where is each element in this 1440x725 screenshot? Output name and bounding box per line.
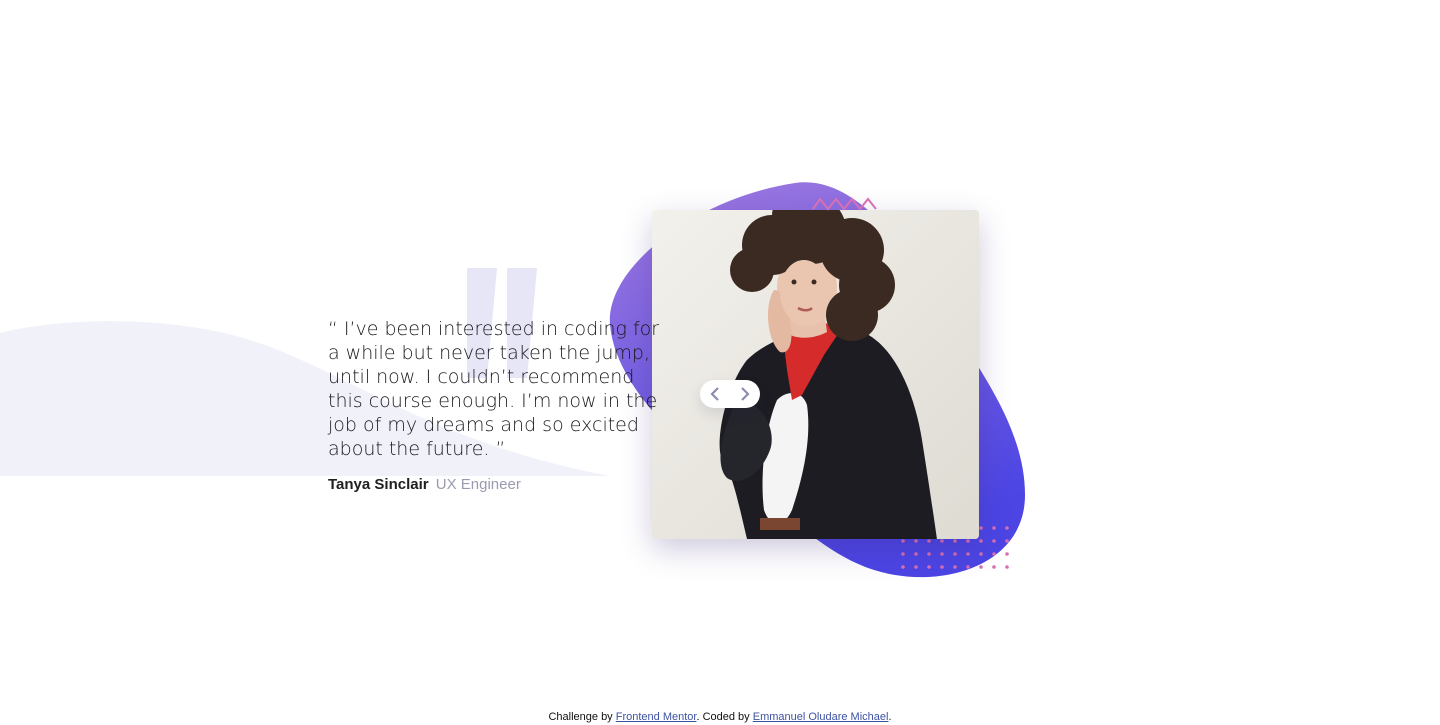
attribution-suffix: . bbox=[888, 711, 892, 723]
frontend-mentor-link[interactable]: Frontend Mentor bbox=[616, 711, 697, 723]
previous-button[interactable] bbox=[700, 380, 730, 408]
portrait-illustration bbox=[652, 210, 979, 539]
testimonial-content: “ I’ve been interested in coding for a w… bbox=[328, 317, 673, 495]
testimonial-attribution: Tanya Sinclair UX Engineer bbox=[328, 475, 673, 495]
chevron-right-icon bbox=[741, 387, 750, 401]
author-link[interactable]: Emmanuel Oludare Michael bbox=[753, 711, 889, 723]
zigzag-pattern bbox=[812, 197, 877, 211]
author-role: UX Engineer bbox=[435, 476, 521, 493]
attribution: Challenge by Frontend Mentor. Coded by E… bbox=[0, 710, 1440, 725]
attribution-middle: . Coded by bbox=[696, 711, 750, 723]
slider-navigation bbox=[700, 380, 760, 408]
profile-photo bbox=[652, 210, 979, 539]
testimonial-quote: “ I’ve been interested in coding for a w… bbox=[328, 318, 660, 460]
chevron-left-icon bbox=[710, 387, 719, 401]
attribution-prefix: Challenge by bbox=[548, 711, 613, 723]
author-name: Tanya Sinclair bbox=[328, 476, 429, 493]
next-button[interactable] bbox=[730, 380, 760, 408]
